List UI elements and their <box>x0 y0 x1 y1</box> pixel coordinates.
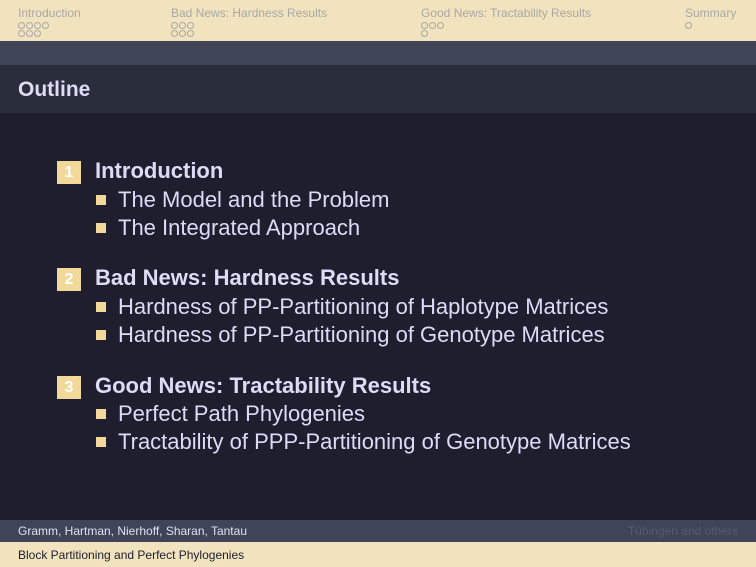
frame-dot[interactable] <box>26 22 33 29</box>
square-bullet-icon <box>96 302 106 312</box>
section-title[interactable]: Introduction <box>95 158 223 184</box>
outline-subsection[interactable]: Tractability of PPP-Partitioning of Geno… <box>96 429 631 455</box>
frame-dot[interactable] <box>171 22 178 29</box>
frame-dot[interactable] <box>18 22 25 29</box>
frame-dot[interactable] <box>685 22 692 29</box>
frame-title: Outline <box>18 78 91 101</box>
frame-dot[interactable] <box>179 30 186 37</box>
frame-dot[interactable] <box>421 22 428 29</box>
nav-section-label: Bad News: Hardness Results <box>171 6 328 20</box>
nav-section-bad-news[interactable]: Bad News: Hardness Results <box>171 6 327 38</box>
nav-section-summary[interactable]: Summary <box>685 6 736 30</box>
nav-section-label: Good News: Tractability Results <box>421 6 592 20</box>
outline-subsection[interactable]: Perfect Path Phylogenies <box>96 401 365 427</box>
subsection-label: The Model and the Problem <box>118 187 390 212</box>
frame-dot[interactable] <box>18 30 25 37</box>
nav-section-good-news[interactable]: Good News: Tractability Results <box>421 6 591 38</box>
square-bullet-icon <box>96 223 106 233</box>
section-title[interactable]: Bad News: Hardness Results <box>95 265 399 291</box>
subsection-label: Hardness of PP-Partitioning of Genotype … <box>118 322 605 347</box>
outline-subsection[interactable]: Hardness of PP-Partitioning of Haplotype… <box>96 294 608 320</box>
outline-subsection[interactable]: The Integrated Approach <box>96 215 360 241</box>
frame-dot[interactable] <box>171 30 178 37</box>
square-bullet-icon <box>96 409 106 419</box>
square-bullet-icon <box>96 195 106 205</box>
frame-dot[interactable] <box>26 30 33 37</box>
subsection-label: Perfect Path Phylogenies <box>118 401 366 426</box>
frame-dot[interactable] <box>34 22 41 29</box>
frame-dot[interactable] <box>421 30 428 37</box>
outline-subsection[interactable]: Hardness of PP-Partitioning of Genotype … <box>96 322 605 348</box>
frame-dot[interactable] <box>179 22 186 29</box>
nav-frame-dots <box>421 22 591 38</box>
square-bullet-icon <box>96 437 106 447</box>
section-number-badge: 3 <box>57 376 81 399</box>
footer-authors: Gramm, Hartman, Nierhoff, Sharan, Tantau <box>18 524 247 538</box>
nav-section-label: Summary <box>685 6 737 20</box>
subsection-label: Hardness of PP-Partitioning of Haplotype… <box>118 294 609 319</box>
footer-talk-title: Block Partitioning and Perfect Phylogeni… <box>18 548 245 562</box>
frame-dot[interactable] <box>34 30 41 37</box>
nav-frame-dots <box>685 22 736 30</box>
frame-dot[interactable] <box>437 22 444 29</box>
section-number-badge: 1 <box>57 161 81 184</box>
outline-subsection[interactable]: The Model and the Problem <box>96 187 390 213</box>
frame-dot[interactable] <box>187 22 194 29</box>
frame-dot[interactable] <box>42 22 49 29</box>
nav-frame-dots <box>171 22 327 38</box>
subsection-label: The Integrated Approach <box>118 215 361 240</box>
header-divider-band <box>0 41 756 65</box>
square-bullet-icon <box>96 330 106 340</box>
nav-section-introduction[interactable]: Introduction <box>18 6 81 38</box>
nav-frame-dots <box>18 22 81 38</box>
footer-author-bar: Gramm, Hartman, Nierhoff, Sharan, Tantau… <box>0 520 756 542</box>
frame-title-bar <box>0 65 756 113</box>
footer-title-bar: Block Partitioning and Perfect Phylogeni… <box>0 542 756 567</box>
footer-institute: Tübingen and others <box>627 524 738 538</box>
section-number-badge: 2 <box>57 268 81 291</box>
subsection-label: Tractability of PPP-Partitioning of Geno… <box>118 429 631 454</box>
section-title[interactable]: Good News: Tractability Results <box>95 373 431 399</box>
frame-dot[interactable] <box>187 30 194 37</box>
frame-dot[interactable] <box>429 22 436 29</box>
section-navigation: Introduction Bad News: Hardness Results … <box>0 0 756 41</box>
nav-section-label: Introduction <box>18 6 81 20</box>
